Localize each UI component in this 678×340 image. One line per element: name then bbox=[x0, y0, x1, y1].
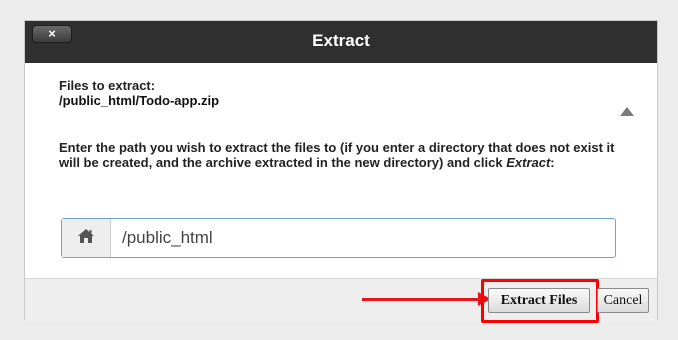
dialog-content: Files to extract: /public_html/Todo-app.… bbox=[25, 63, 657, 293]
home-addon bbox=[62, 219, 111, 257]
instructions-end: : bbox=[550, 155, 555, 170]
extract-dialog: × Extract Files to extract: /public_html… bbox=[24, 20, 658, 323]
annotation-arrow-shaft bbox=[362, 298, 482, 301]
extract-instructions: Enter the path you wish to extract the f… bbox=[59, 140, 619, 170]
instructions-action: Extract bbox=[506, 155, 551, 170]
files-to-extract-label: Files to extract: bbox=[59, 78, 156, 93]
home-icon bbox=[77, 228, 95, 249]
extract-path-input[interactable] bbox=[122, 225, 602, 251]
archive-path: /public_html/Todo-app.zip bbox=[59, 93, 220, 108]
dialog-title: Extract bbox=[312, 31, 370, 50]
cancel-button[interactable]: Cancel bbox=[597, 288, 649, 313]
scroll-up-arrow-icon[interactable] bbox=[620, 107, 634, 116]
dialog-footer: Extract Files Cancel bbox=[25, 278, 657, 323]
path-input-group bbox=[61, 218, 616, 258]
dialog-titlebar[interactable]: × Extract bbox=[25, 21, 657, 63]
extract-files-button[interactable]: Extract Files bbox=[488, 288, 590, 313]
